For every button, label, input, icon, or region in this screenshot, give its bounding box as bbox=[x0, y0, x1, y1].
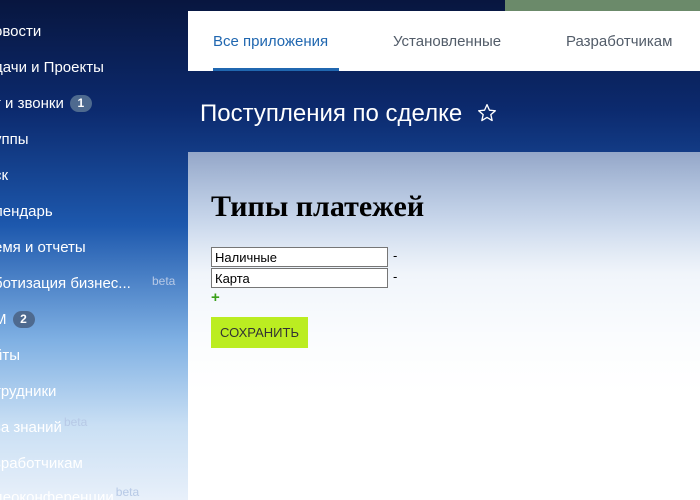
sidebar-item-automation[interactable]: ботизация бизнес... beta bbox=[0, 273, 182, 295]
star-icon[interactable] bbox=[477, 102, 497, 130]
sidebar: овости дачи и Проекты т и звонки 1 уппы с… bbox=[0, 0, 188, 500]
tabs-bar: Все приложения Установленные Разработчик… bbox=[188, 11, 700, 71]
sidebar-item-employees[interactable]: трудники bbox=[0, 381, 56, 403]
remove-payment-type-button[interactable]: - bbox=[393, 269, 397, 284]
counter-badge: 1 bbox=[69, 95, 92, 112]
sidebar-item-label: овости bbox=[0, 23, 42, 40]
sidebar-item-label: йты bbox=[0, 347, 21, 364]
sidebar-item-label: ботизация бизнес... bbox=[0, 275, 131, 292]
sidebar-item-crm[interactable]: М2 bbox=[0, 309, 35, 331]
beta-badge: beta bbox=[115, 485, 140, 499]
beta-badge: beta bbox=[152, 274, 176, 288]
sidebar-item-news[interactable]: овости bbox=[0, 21, 41, 43]
sidebar-item-label: за знаний bbox=[0, 419, 62, 436]
active-tab-indicator bbox=[213, 68, 339, 71]
beta-badge: beta bbox=[63, 415, 88, 429]
payment-type-input[interactable] bbox=[211, 247, 388, 267]
sidebar-item-developers[interactable]: зработчикам bbox=[0, 453, 83, 475]
tab-all-apps[interactable]: Все приложения bbox=[213, 33, 328, 50]
payment-type-row: - bbox=[211, 247, 397, 267]
sidebar-item-label: уппы bbox=[0, 131, 29, 148]
page-title: Поступления по сделке bbox=[200, 100, 497, 130]
add-payment-type-button[interactable]: + bbox=[211, 289, 220, 306]
sidebar-item-label: емя и отчеты bbox=[0, 239, 86, 256]
payment-type-input[interactable] bbox=[211, 268, 388, 288]
sidebar-item-sites[interactable]: йты bbox=[0, 345, 20, 367]
sidebar-item-disk[interactable]: ск bbox=[0, 165, 8, 187]
section-heading: Типы платежей bbox=[211, 190, 425, 223]
sidebar-item-label: М bbox=[0, 311, 7, 328]
sidebar-item-tasks[interactable]: дачи и Проекты bbox=[0, 57, 104, 79]
sidebar-item-chat[interactable]: т и звонки 1 bbox=[0, 93, 92, 115]
tab-developers[interactable]: Разработчикам bbox=[566, 33, 672, 50]
sidebar-item-label: дачи и Проекты bbox=[0, 59, 104, 76]
page-title-text: Поступления по сделке bbox=[200, 100, 463, 127]
tab-installed[interactable]: Установленные bbox=[393, 33, 501, 50]
sidebar-item-calendar[interactable]: лендарь bbox=[0, 201, 53, 223]
sidebar-item-groups[interactable]: уппы bbox=[0, 129, 29, 151]
payment-type-row: - bbox=[211, 268, 397, 288]
sidebar-item-label: лендарь bbox=[0, 203, 53, 220]
sidebar-item-time-reports[interactable]: емя и отчеты bbox=[0, 237, 86, 259]
sidebar-item-label: деоконференции bbox=[0, 489, 114, 500]
sidebar-item-label: т и звонки bbox=[0, 95, 64, 112]
sidebar-item-knowledge-base[interactable]: за знаний beta bbox=[0, 415, 88, 439]
sidebar-item-label: зработчикам bbox=[0, 455, 83, 472]
sidebar-item-videoconference[interactable]: деоконференции beta bbox=[0, 485, 140, 500]
remove-payment-type-button[interactable]: - bbox=[393, 248, 397, 263]
counter-badge: 2 bbox=[12, 311, 35, 328]
sidebar-item-label: трудники bbox=[0, 383, 57, 400]
sidebar-item-label: ск bbox=[0, 167, 9, 184]
main-content: Типы платежей - - + СОХРАНИТЬ bbox=[188, 152, 700, 500]
save-button[interactable]: СОХРАНИТЬ bbox=[211, 317, 308, 348]
